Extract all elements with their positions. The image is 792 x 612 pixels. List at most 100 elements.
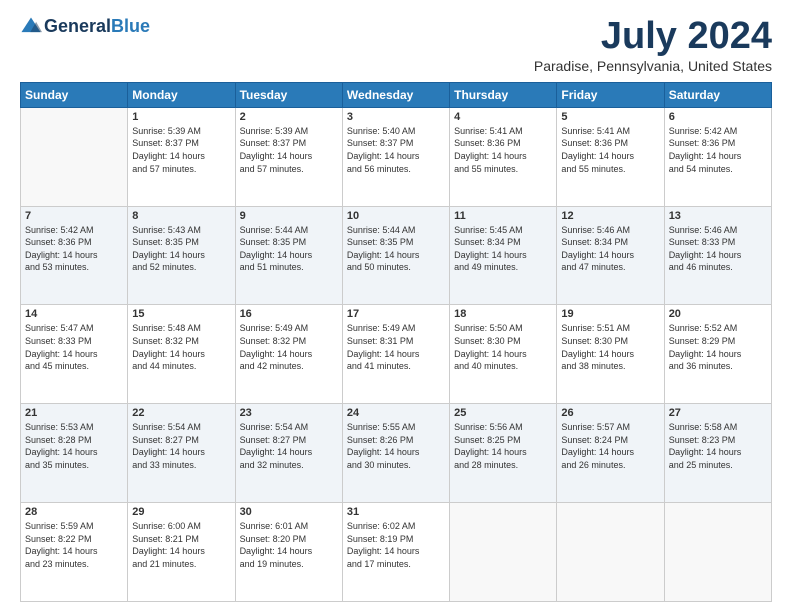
day-info: Sunrise: 6:00 AM Sunset: 8:21 PM Dayligh… bbox=[132, 520, 230, 570]
calendar-week-1: 1 Sunrise: 5:39 AM Sunset: 8:37 PM Daylig… bbox=[21, 107, 772, 206]
day-info: Sunrise: 5:56 AM Sunset: 8:25 PM Dayligh… bbox=[454, 421, 552, 471]
day-info: Sunrise: 5:39 AM Sunset: 8:37 PM Dayligh… bbox=[240, 125, 338, 175]
day-number: 6 bbox=[669, 111, 767, 123]
calendar-cell: 22 Sunrise: 5:54 AM Sunset: 8:27 PM Dayli… bbox=[128, 404, 235, 503]
calendar-cell: 26 Sunrise: 5:57 AM Sunset: 8:24 PM Dayli… bbox=[557, 404, 664, 503]
calendar-cell: 8 Sunrise: 5:43 AM Sunset: 8:35 PM Daylig… bbox=[128, 206, 235, 305]
day-info: Sunrise: 5:59 AM Sunset: 8:22 PM Dayligh… bbox=[25, 520, 123, 570]
day-info: Sunrise: 5:48 AM Sunset: 8:32 PM Dayligh… bbox=[132, 322, 230, 372]
day-info: Sunrise: 5:43 AM Sunset: 8:35 PM Dayligh… bbox=[132, 224, 230, 274]
day-number: 12 bbox=[561, 210, 659, 222]
day-number: 20 bbox=[669, 308, 767, 320]
logo-blue: Blue bbox=[111, 16, 150, 36]
day-number: 22 bbox=[132, 407, 230, 419]
day-info: Sunrise: 5:54 AM Sunset: 8:27 PM Dayligh… bbox=[132, 421, 230, 471]
day-number: 8 bbox=[132, 210, 230, 222]
calendar-cell: 23 Sunrise: 5:54 AM Sunset: 8:27 PM Dayli… bbox=[235, 404, 342, 503]
day-number: 9 bbox=[240, 210, 338, 222]
calendar-cell: 14 Sunrise: 5:47 AM Sunset: 8:33 PM Dayli… bbox=[21, 305, 128, 404]
page: GeneralBlue July 2024 Paradise, Pennsylv… bbox=[0, 0, 792, 612]
calendar-cell: 4 Sunrise: 5:41 AM Sunset: 8:36 PM Daylig… bbox=[450, 107, 557, 206]
calendar-cell: 20 Sunrise: 5:52 AM Sunset: 8:29 PM Dayli… bbox=[664, 305, 771, 404]
calendar-week-5: 28Sunrise: 5:59 AM Sunset: 8:22 PM Dayli… bbox=[21, 503, 772, 602]
logo-icon bbox=[20, 16, 42, 38]
day-info: Sunrise: 5:41 AM Sunset: 8:36 PM Dayligh… bbox=[454, 125, 552, 175]
calendar-cell: 6 Sunrise: 5:42 AM Sunset: 8:36 PM Daylig… bbox=[664, 107, 771, 206]
day-number: 1 bbox=[132, 111, 230, 123]
day-header-saturday: Saturday bbox=[664, 82, 771, 107]
day-number: 24 bbox=[347, 407, 445, 419]
calendar-cell: 19Sunrise: 5:51 AM Sunset: 8:30 PM Dayli… bbox=[557, 305, 664, 404]
day-number: 26 bbox=[561, 407, 659, 419]
day-info: Sunrise: 5:52 AM Sunset: 8:29 PM Dayligh… bbox=[669, 322, 767, 372]
logo: GeneralBlue bbox=[20, 16, 150, 38]
calendar-week-2: 7Sunrise: 5:42 AM Sunset: 8:36 PM Daylig… bbox=[21, 206, 772, 305]
day-number: 31 bbox=[347, 506, 445, 518]
calendar-cell: 5 Sunrise: 5:41 AM Sunset: 8:36 PM Daylig… bbox=[557, 107, 664, 206]
calendar-cell: 1 Sunrise: 5:39 AM Sunset: 8:37 PM Daylig… bbox=[128, 107, 235, 206]
day-number: 11 bbox=[454, 210, 552, 222]
day-number: 16 bbox=[240, 308, 338, 320]
day-info: Sunrise: 5:49 AM Sunset: 8:31 PM Dayligh… bbox=[347, 322, 445, 372]
calendar-cell: 12Sunrise: 5:46 AM Sunset: 8:34 PM Dayli… bbox=[557, 206, 664, 305]
calendar-cell: 29 Sunrise: 6:00 AM Sunset: 8:21 PM Dayli… bbox=[128, 503, 235, 602]
calendar-week-3: 14 Sunrise: 5:47 AM Sunset: 8:33 PM Dayli… bbox=[21, 305, 772, 404]
day-info: Sunrise: 5:55 AM Sunset: 8:26 PM Dayligh… bbox=[347, 421, 445, 471]
calendar-cell: 24 Sunrise: 5:55 AM Sunset: 8:26 PM Dayli… bbox=[342, 404, 449, 503]
calendar-cell: 15 Sunrise: 5:48 AM Sunset: 8:32 PM Dayli… bbox=[128, 305, 235, 404]
day-info: Sunrise: 5:42 AM Sunset: 8:36 PM Dayligh… bbox=[669, 125, 767, 175]
day-info: Sunrise: 5:54 AM Sunset: 8:27 PM Dayligh… bbox=[240, 421, 338, 471]
calendar-cell bbox=[21, 107, 128, 206]
day-number: 30 bbox=[240, 506, 338, 518]
day-info: Sunrise: 5:47 AM Sunset: 8:33 PM Dayligh… bbox=[25, 322, 123, 372]
day-header-wednesday: Wednesday bbox=[342, 82, 449, 107]
calendar-cell bbox=[557, 503, 664, 602]
day-info: Sunrise: 6:01 AM Sunset: 8:20 PM Dayligh… bbox=[240, 520, 338, 570]
title-area: July 2024 Paradise, Pennsylvania, United… bbox=[534, 16, 772, 74]
day-number: 14 bbox=[25, 308, 123, 320]
day-number: 7 bbox=[25, 210, 123, 222]
day-info: Sunrise: 5:50 AM Sunset: 8:30 PM Dayligh… bbox=[454, 322, 552, 372]
day-info: Sunrise: 5:53 AM Sunset: 8:28 PM Dayligh… bbox=[25, 421, 123, 471]
day-info: Sunrise: 5:57 AM Sunset: 8:24 PM Dayligh… bbox=[561, 421, 659, 471]
day-header-friday: Friday bbox=[557, 82, 664, 107]
day-number: 5 bbox=[561, 111, 659, 123]
day-number: 13 bbox=[669, 210, 767, 222]
calendar-cell: 7Sunrise: 5:42 AM Sunset: 8:36 PM Daylig… bbox=[21, 206, 128, 305]
day-number: 19 bbox=[561, 308, 659, 320]
calendar-header-row: SundayMondayTuesdayWednesdayThursdayFrid… bbox=[21, 82, 772, 107]
day-number: 25 bbox=[454, 407, 552, 419]
day-number: 21 bbox=[25, 407, 123, 419]
day-info: Sunrise: 5:46 AM Sunset: 8:33 PM Dayligh… bbox=[669, 224, 767, 274]
calendar-cell: 9 Sunrise: 5:44 AM Sunset: 8:35 PM Daylig… bbox=[235, 206, 342, 305]
day-header-tuesday: Tuesday bbox=[235, 82, 342, 107]
day-number: 15 bbox=[132, 308, 230, 320]
calendar-cell: 30 Sunrise: 6:01 AM Sunset: 8:20 PM Dayli… bbox=[235, 503, 342, 602]
day-info: Sunrise: 5:44 AM Sunset: 8:35 PM Dayligh… bbox=[347, 224, 445, 274]
location: Paradise, Pennsylvania, United States bbox=[534, 58, 772, 74]
header: GeneralBlue July 2024 Paradise, Pennsylv… bbox=[20, 16, 772, 74]
calendar-cell: 18 Sunrise: 5:50 AM Sunset: 8:30 PM Dayli… bbox=[450, 305, 557, 404]
day-info: Sunrise: 5:44 AM Sunset: 8:35 PM Dayligh… bbox=[240, 224, 338, 274]
day-number: 4 bbox=[454, 111, 552, 123]
calendar-cell: 28Sunrise: 5:59 AM Sunset: 8:22 PM Dayli… bbox=[21, 503, 128, 602]
day-header-sunday: Sunday bbox=[21, 82, 128, 107]
calendar-cell: 17 Sunrise: 5:49 AM Sunset: 8:31 PM Dayli… bbox=[342, 305, 449, 404]
day-number: 2 bbox=[240, 111, 338, 123]
day-number: 17 bbox=[347, 308, 445, 320]
calendar-cell: 25 Sunrise: 5:56 AM Sunset: 8:25 PM Dayli… bbox=[450, 404, 557, 503]
day-number: 23 bbox=[240, 407, 338, 419]
calendar-table: SundayMondayTuesdayWednesdayThursdayFrid… bbox=[20, 82, 772, 602]
day-info: Sunrise: 5:41 AM Sunset: 8:36 PM Dayligh… bbox=[561, 125, 659, 175]
logo-text: GeneralBlue bbox=[44, 17, 150, 37]
day-number: 29 bbox=[132, 506, 230, 518]
month-title: July 2024 bbox=[534, 16, 772, 58]
day-number: 10 bbox=[347, 210, 445, 222]
calendar-cell: 27Sunrise: 5:58 AM Sunset: 8:23 PM Dayli… bbox=[664, 404, 771, 503]
day-info: Sunrise: 5:39 AM Sunset: 8:37 PM Dayligh… bbox=[132, 125, 230, 175]
calendar-week-4: 21 Sunrise: 5:53 AM Sunset: 8:28 PM Dayli… bbox=[21, 404, 772, 503]
calendar-cell: 11Sunrise: 5:45 AM Sunset: 8:34 PM Dayli… bbox=[450, 206, 557, 305]
day-number: 18 bbox=[454, 308, 552, 320]
day-header-thursday: Thursday bbox=[450, 82, 557, 107]
calendar-cell bbox=[450, 503, 557, 602]
